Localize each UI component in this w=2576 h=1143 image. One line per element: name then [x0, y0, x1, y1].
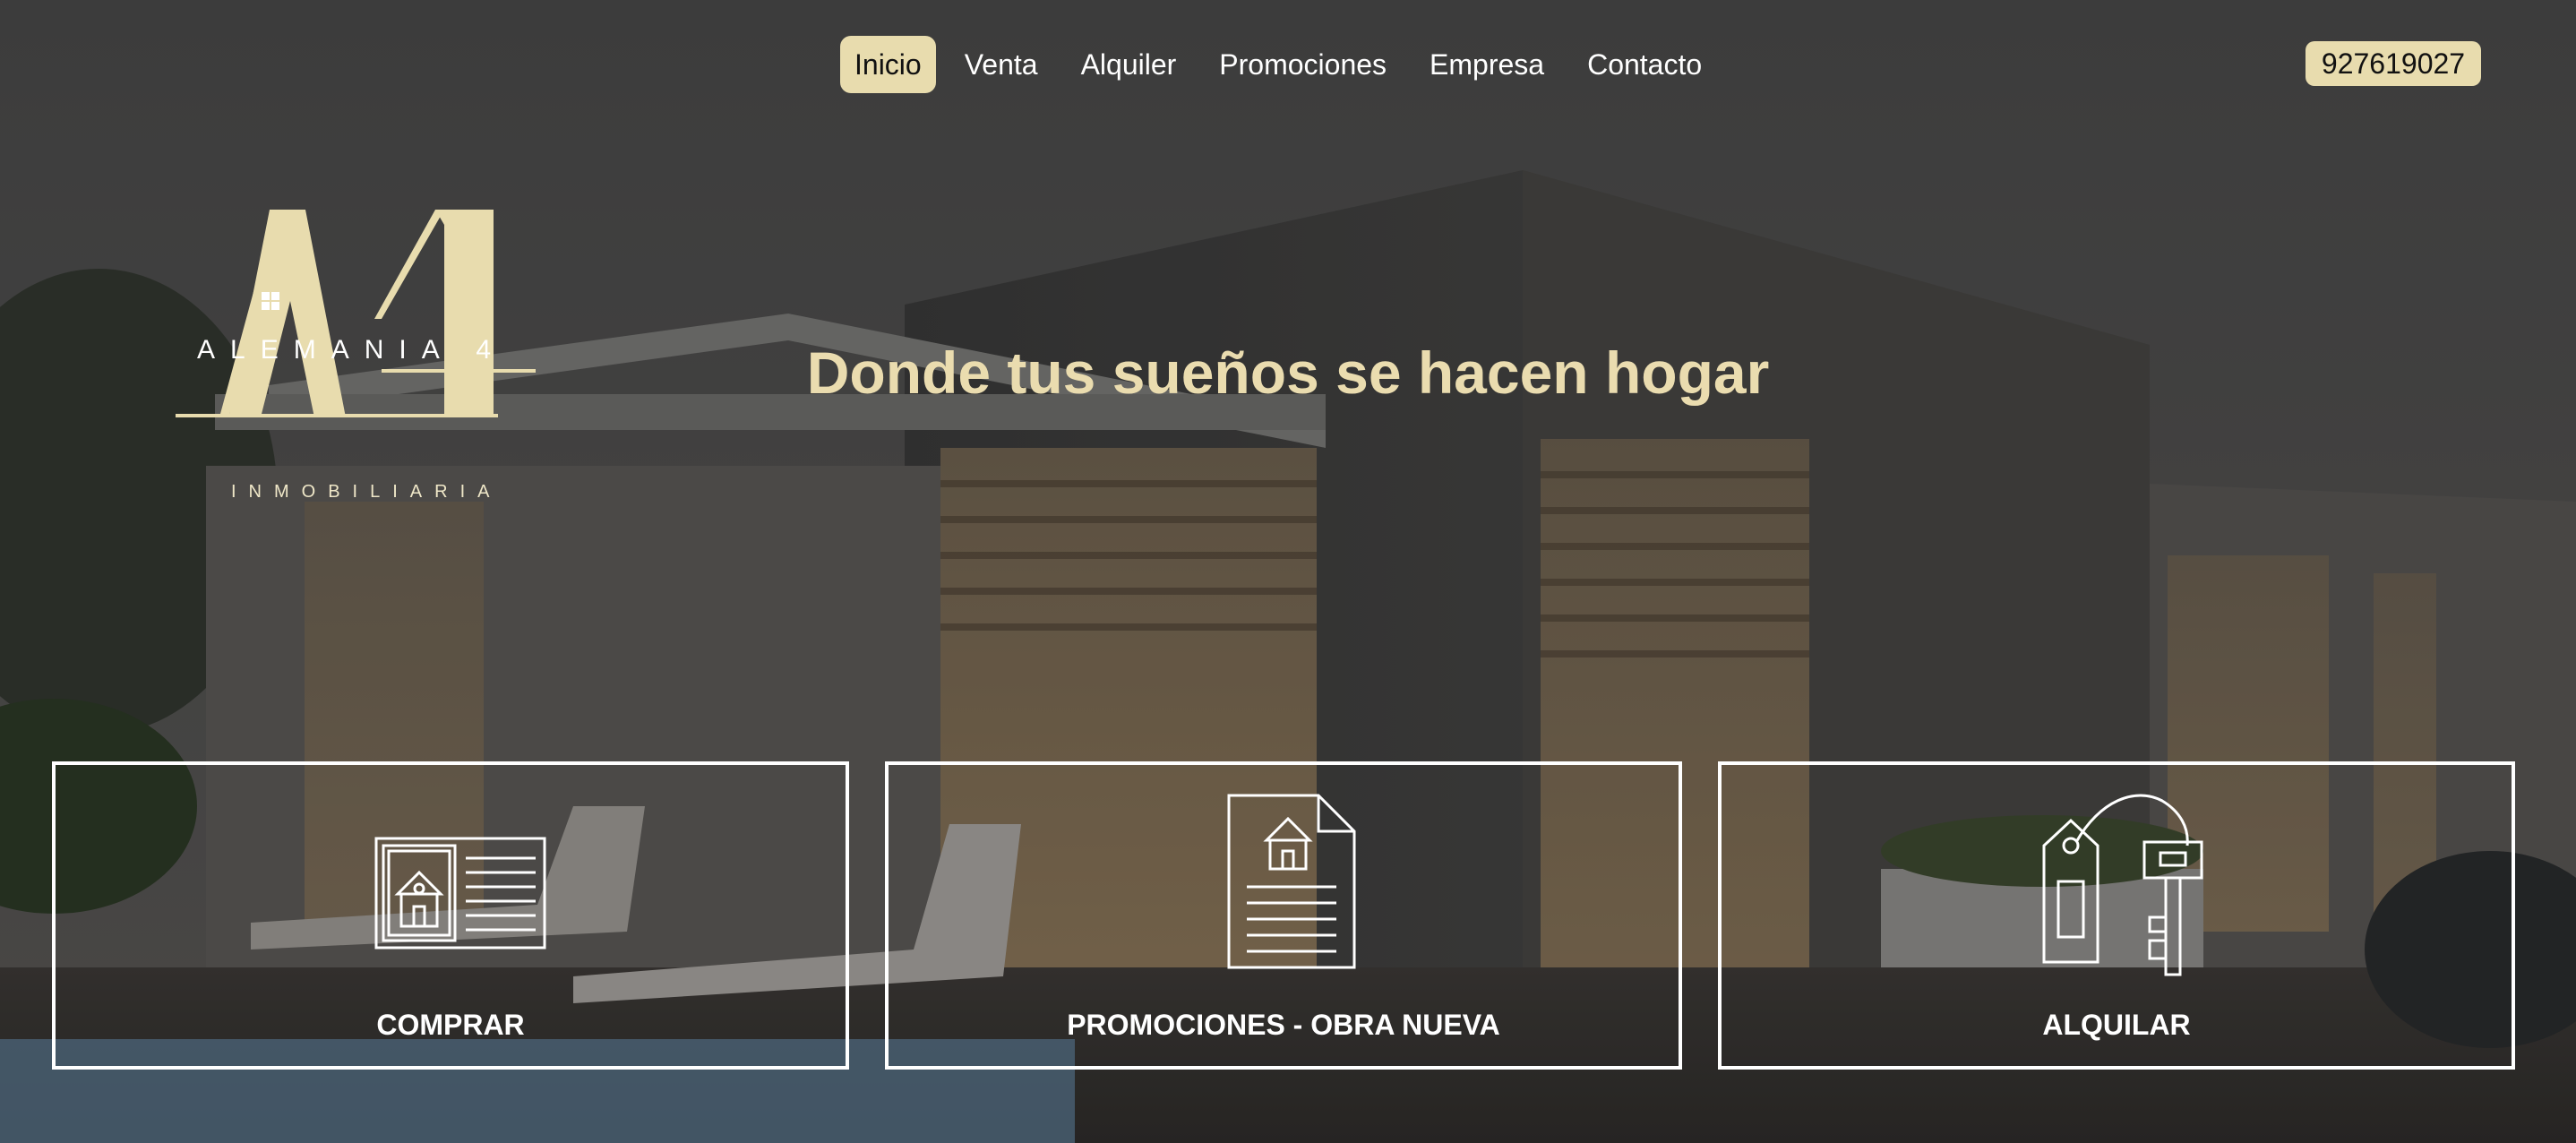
hero-headline: Donde tus sueños se hacen hogar	[806, 339, 1770, 406]
main-nav: Inicio Venta Alquiler Promociones Empres…	[840, 36, 1730, 93]
nav-item-inicio[interactable]: Inicio	[840, 36, 936, 93]
card-comprar[interactable]: COMPRAR	[52, 761, 849, 1070]
card-label: ALQUILAR	[2042, 1009, 2191, 1041]
nav-item-venta[interactable]: Venta	[950, 36, 1052, 93]
logo-subtitle: INMOBILIARIA	[231, 482, 502, 502]
document-house-icon	[1227, 794, 1356, 969]
phone-button[interactable]: 927619027	[2306, 41, 2481, 86]
card-alquilar[interactable]: ALQUILAR	[1718, 761, 2515, 1070]
house-listing-icon	[374, 837, 546, 950]
house-key-tag-icon	[2042, 794, 2203, 976]
hero-section: Inicio Venta Alquiler Promociones Empres…	[0, 0, 2576, 1143]
nav-item-alquiler[interactable]: Alquiler	[1067, 36, 1191, 93]
nav-item-contacto[interactable]: Contacto	[1573, 36, 1716, 93]
nav-item-empresa[interactable]: Empresa	[1415, 36, 1558, 93]
card-promociones-obra-nueva[interactable]: PROMOCIONES - OBRA NUEVA	[885, 761, 1682, 1070]
card-label: PROMOCIONES - OBRA NUEVA	[1067, 1009, 1500, 1041]
nav-item-promociones[interactable]: Promociones	[1205, 36, 1401, 93]
card-label: COMPRAR	[376, 1009, 525, 1041]
